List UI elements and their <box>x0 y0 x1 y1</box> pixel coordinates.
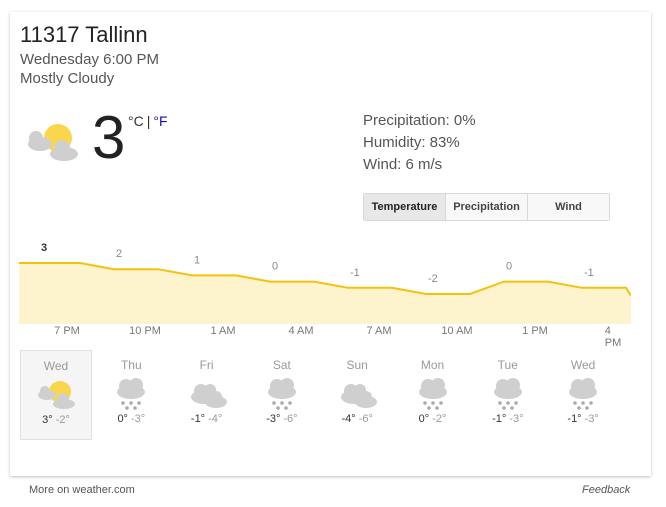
day-temps: -1° -3° <box>547 413 619 425</box>
temperature-data-label: 2 <box>116 248 122 260</box>
wind-stat: Wind: 6 m/s <box>363 156 443 173</box>
unit-toggle: °C | °F <box>128 113 168 129</box>
humidity-stat: Humidity: 83% <box>363 134 460 151</box>
temperature-data-label: -1 <box>584 267 594 279</box>
day-temps: -3° -6° <box>246 413 318 425</box>
day-name: Wed <box>43 359 69 373</box>
temperature-data-label: -2 <box>428 273 438 285</box>
day-low: -3° <box>130 413 146 425</box>
day-name: Tue <box>497 358 518 372</box>
chart-tabs: Temperature Precipitation Wind <box>363 193 610 221</box>
temperature-data-label: 1 <box>194 254 200 266</box>
temperature-chart: 3 2 1 0 -1 -2 0 -1 <box>19 242 631 324</box>
celsius-unit: °C <box>128 113 144 129</box>
day-forecast-sat[interactable]: Sat -3° -6° <box>246 350 318 440</box>
day-low: -4° <box>208 413 223 425</box>
day-high: -3° <box>266 413 281 425</box>
day-low: -6° <box>358 413 373 425</box>
day-forecast-wed[interactable]: Wed 3° -2° <box>20 350 92 440</box>
day-temps: -1° -4° <box>171 413 243 425</box>
day-name: Fri <box>199 358 214 372</box>
snow-icon <box>267 378 296 410</box>
partly-cloudy-icon <box>28 124 78 161</box>
day-low: -2° <box>55 414 70 426</box>
datetime-label: Wednesday 6:00 PM <box>20 51 159 68</box>
day-low: -3° <box>584 413 599 425</box>
day-high: -1° <box>492 413 507 425</box>
temperature-data-label: -1 <box>350 267 360 279</box>
location-title: 11317 Tallinn <box>20 22 148 47</box>
day-high: -1° <box>190 413 206 425</box>
day-high: 3° <box>42 414 53 426</box>
day-forecast-sun[interactable]: Sun -4° -6° <box>321 350 393 440</box>
day-high: -4° <box>341 413 356 425</box>
day-forecast-wed[interactable]: Wed -1° -3° <box>547 350 619 440</box>
day-name: Sun <box>346 358 368 372</box>
hour-label: 10 AM <box>441 325 473 337</box>
day-low: -6° <box>283 413 298 425</box>
hour-label: 4 AM <box>288 325 314 337</box>
day-high: -1° <box>567 413 582 425</box>
unit-separator: | <box>146 113 151 129</box>
snow-icon <box>117 378 146 410</box>
day-name: Sat <box>272 358 291 372</box>
day-temps: -4° -6° <box>321 413 393 425</box>
hour-label: 1 AM <box>210 325 236 337</box>
hour-label: 7 PM <box>54 325 80 337</box>
day-temps: 3° -2° <box>21 414 91 426</box>
precipitation-stat: Precipitation: 0% <box>363 112 476 129</box>
hour-label: 1 PM <box>522 325 548 337</box>
day-name: Wed <box>570 358 596 372</box>
day-temps: 0° -2° <box>397 413 469 425</box>
day-high: 0° <box>117 413 128 425</box>
day-low: -3° <box>509 413 524 425</box>
temperature-data-label: 0 <box>272 261 278 273</box>
temperature-data-label: 3 <box>41 242 47 254</box>
day-name: Thu <box>120 358 142 372</box>
snow-icon <box>418 378 447 410</box>
day-forecast-thu[interactable]: Thu 0° -3° <box>95 350 167 440</box>
weather-stats: Precipitation: 0% Humidity: 83% Wind: 6 … <box>363 110 476 176</box>
hour-label: 10 PM <box>129 325 161 337</box>
cloudy-icon <box>341 384 378 408</box>
condition-label: Mostly Cloudy <box>20 70 115 87</box>
more-weather-link[interactable]: More on weather.com <box>29 484 135 496</box>
temperature-data-label: 0 <box>506 261 512 273</box>
day-temps: -1° -3° <box>472 413 544 425</box>
tab-precipitation[interactable]: Precipitation <box>445 194 527 220</box>
hour-label: 7 AM <box>366 325 392 337</box>
day-high: 0° <box>418 413 430 425</box>
day-forecast-mon[interactable]: Mon 0° -2° <box>397 350 469 440</box>
cloudy-icon <box>190 384 227 408</box>
daily-forecast: Wed 3° -2° Thu 0° -3° Fri -1° -4° Sat -3° -6° Sun -4°… <box>19 350 625 442</box>
partly-cloudy-icon <box>38 381 75 409</box>
day-forecast-fri[interactable]: Fri -1° -4° <box>171 350 243 440</box>
feedback-link[interactable]: Feedback <box>582 484 630 496</box>
hour-axis: 7 PM 10 PM 1 AM 4 AM 7 AM 10 AM 1 PM 4 PM <box>19 325 625 349</box>
temperature-area <box>19 263 631 324</box>
day-low: -2° <box>432 413 447 425</box>
snow-icon <box>569 378 598 410</box>
hour-label: 4 PM <box>604 325 622 349</box>
day-temps: 0° -3° <box>95 413 167 425</box>
current-temperature: 3 <box>92 104 126 171</box>
tab-wind[interactable]: Wind <box>527 194 609 220</box>
day-name: Mon <box>420 358 445 372</box>
tab-temperature[interactable]: Temperature <box>364 194 445 220</box>
snow-icon <box>493 378 522 410</box>
day-forecast-tue[interactable]: Tue -1° -3° <box>472 350 544 440</box>
fahrenheit-link[interactable]: °F <box>153 113 167 129</box>
